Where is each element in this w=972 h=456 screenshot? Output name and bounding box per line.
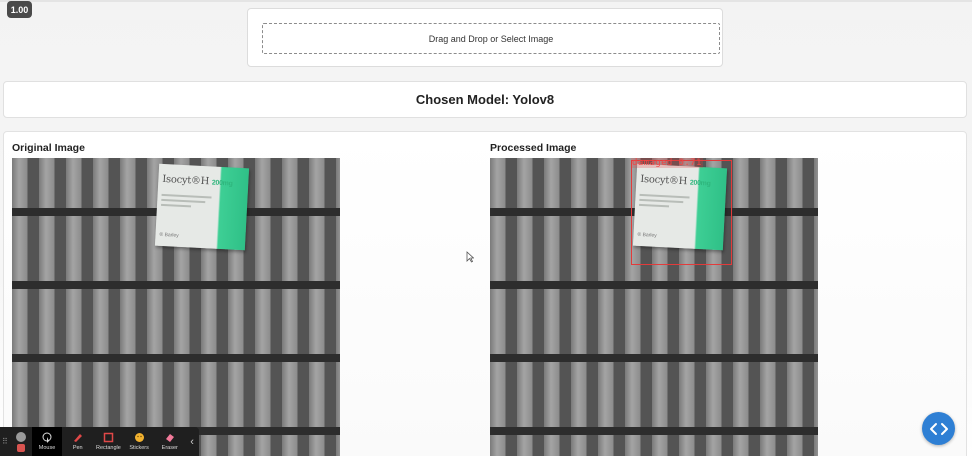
original-image: Isocyt®H 200mg ® Barley <box>12 158 340 456</box>
upload-card: Drag and Drop or Select Image <box>247 8 723 67</box>
tool-label: Stickers <box>129 445 149 451</box>
recording-controls <box>10 427 32 456</box>
tool-label: Eraser <box>161 445 178 451</box>
medicine-maker: ® Barley <box>159 231 179 239</box>
stop-icon[interactable] <box>16 443 25 452</box>
chosen-model-text: Chosen Model: Yolov8 <box>415 92 555 107</box>
original-image-title: Original Image <box>12 142 85 154</box>
mouse-cursor-icon <box>42 432 52 443</box>
processed-image-title: Processed Image <box>490 142 577 154</box>
mouse-pointer-icon <box>466 251 474 263</box>
medicine-dose: 200mg <box>211 179 233 188</box>
results-card: Original Image Processed Image Isocyt®H … <box>3 131 967 456</box>
medicine-text-line <box>161 198 206 204</box>
detection-bounding-box <box>631 160 732 265</box>
tool-eraser[interactable]: Eraser <box>154 427 185 456</box>
code-nav-button[interactable] <box>922 412 955 445</box>
drag-handle-icon[interactable]: ⠿ <box>0 427 10 456</box>
medicine-brand: Isocyt®H 200mg <box>162 174 233 189</box>
medicine-box: Isocyt®H 200mg ® Barley <box>154 163 250 251</box>
tool-label: Pen <box>72 445 83 451</box>
tool-rectangle[interactable]: Rectangle <box>93 427 124 456</box>
collapse-toolbar-icon[interactable]: ‹ <box>185 427 199 456</box>
medicine-text-line <box>161 203 192 208</box>
tool-label: Mouse <box>38 445 56 451</box>
sticker-icon <box>134 433 144 442</box>
top-divider <box>0 0 972 2</box>
eraser-icon <box>166 434 175 442</box>
image-dropzone[interactable]: Drag and Drop or Select Image <box>262 23 720 54</box>
brand-name: Isocyt <box>162 173 192 187</box>
pen-icon <box>74 434 83 442</box>
medicine-text-line <box>161 193 212 199</box>
code-brackets-icon <box>929 422 948 435</box>
chosen-model-banner: Chosen Model: Yolov8 <box>3 81 967 118</box>
rectangle-icon <box>103 432 114 443</box>
tool-mouse[interactable]: Mouse <box>31 427 63 456</box>
detection-label: damaged 0.71 <box>631 158 703 168</box>
pause-icon[interactable] <box>15 431 26 442</box>
tool-stickers[interactable]: Stickers <box>124 427 155 456</box>
recording-toolbar: ⠿ Mouse Pen Rectangle Stickers Eraser ‹ <box>0 427 199 456</box>
tool-pen[interactable]: Pen <box>62 427 93 456</box>
processed-image: Isocyt®H 200mg ® Barley damaged 0.71 <box>490 158 818 456</box>
playback-speed-badge[interactable]: 1.00 <box>7 1 32 18</box>
brand-suffix: ®H <box>190 175 210 188</box>
tool-label: Rectangle <box>96 445 121 451</box>
